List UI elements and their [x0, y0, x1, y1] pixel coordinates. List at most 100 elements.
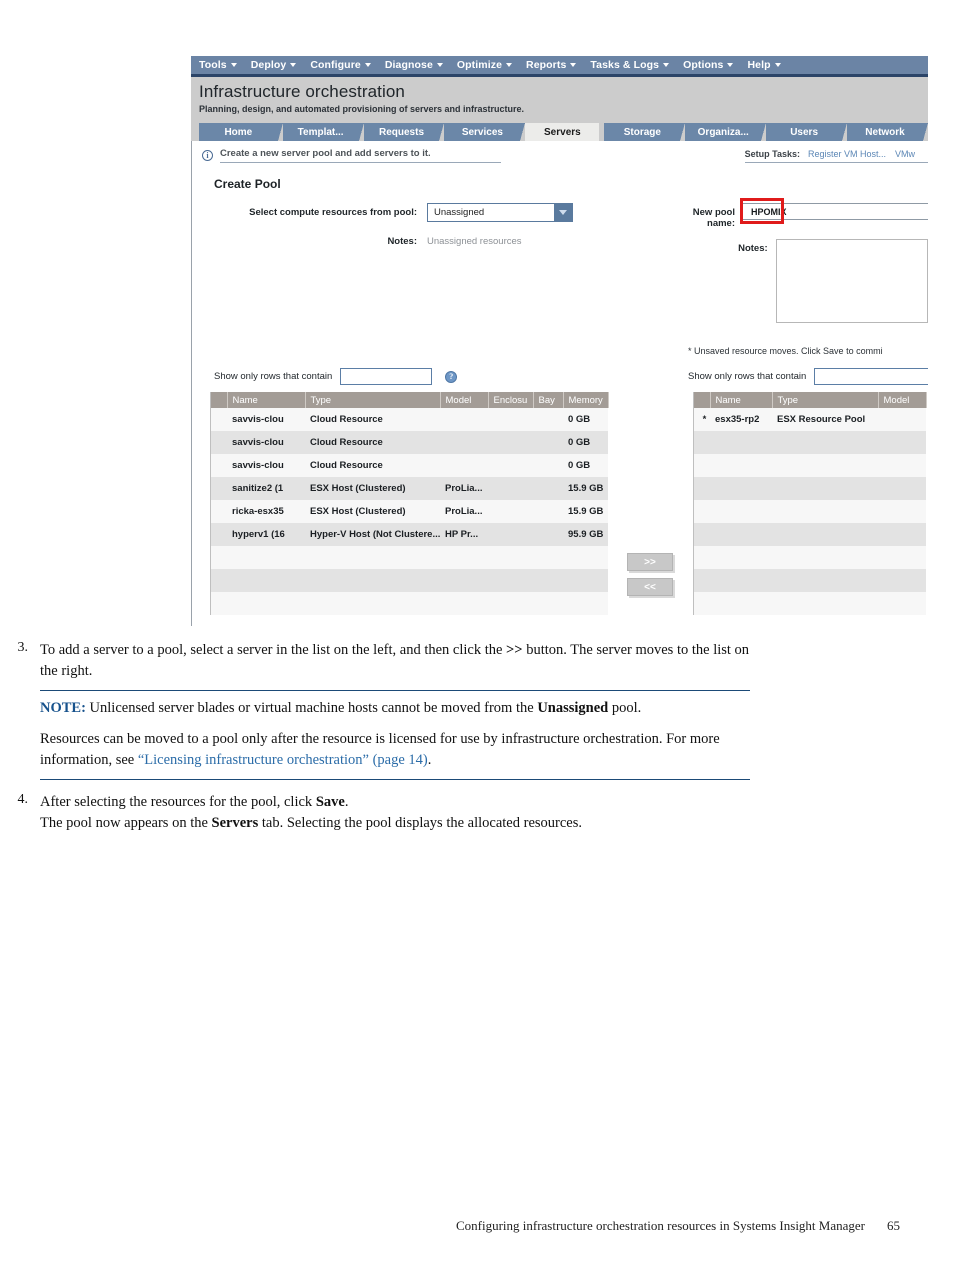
- tab-home[interactable]: Home: [199, 123, 283, 141]
- pool-select-dropdown[interactable]: Unassigned: [427, 203, 573, 222]
- col-type[interactable]: Type: [305, 392, 441, 408]
- setup-tasks-label: Setup Tasks:: [744, 148, 800, 159]
- table-row[interactable]: [694, 546, 926, 569]
- page-footer: Configuring infrastructure orchestration…: [0, 1218, 954, 1234]
- move-right-button[interactable]: >>: [627, 553, 673, 571]
- chevron-down-icon: [570, 63, 577, 67]
- note-label: NOTE:: [40, 700, 86, 716]
- cell-bay: [533, 408, 563, 431]
- create-pool-form: Select compute resources from pool: Unas…: [192, 191, 928, 366]
- menu-item-options[interactable]: Options: [683, 59, 734, 71]
- table-row[interactable]: savvis-clou Cloud Resource 0 GB: [211, 454, 608, 477]
- info-icon: i: [202, 150, 213, 161]
- new-pool-notes-textarea[interactable]: [775, 239, 928, 323]
- menu-item-deploy[interactable]: Deploy: [251, 59, 297, 71]
- table-row[interactable]: * esx35-rp2 ESX Resource Pool: [694, 408, 926, 431]
- menu-item-diagnose[interactable]: Diagnose: [385, 59, 443, 71]
- table-row[interactable]: [694, 523, 926, 546]
- left-filter-group: Show only rows that contain ?: [192, 368, 688, 385]
- table-row[interactable]: savvis-clou Cloud Resource 0 GB: [211, 408, 608, 431]
- row-unsaved-marker: *: [694, 408, 710, 431]
- cell-memory: 0 GB: [563, 431, 608, 454]
- setup-task-register-vm-host[interactable]: Register VM Host...: [808, 149, 886, 159]
- cell-enclosure: [488, 408, 533, 431]
- pool-select-value: Unassigned: [434, 207, 485, 218]
- col-select[interactable]: [694, 392, 711, 408]
- table-row[interactable]: [211, 569, 608, 592]
- chevron-down-icon[interactable]: [554, 204, 572, 221]
- table-row[interactable]: [694, 500, 926, 523]
- right-grid: Name Type Model * esx35-rp2 ESX Resource P…: [694, 392, 927, 615]
- form-column-right: New pool name: Notes: * Unsaved resource…: [688, 198, 928, 366]
- step-4: 4. After selecting the resources for the…: [0, 792, 954, 834]
- menu-label: Options: [683, 59, 724, 71]
- menu-item-reports[interactable]: Reports: [526, 59, 577, 71]
- setup-tasks: Setup Tasks: Register VM Host... VMw: [744, 148, 928, 163]
- table-row[interactable]: [694, 569, 926, 592]
- document-body: 3. To add a server to a pool, select a s…: [0, 640, 954, 836]
- col-name[interactable]: Name: [710, 392, 773, 408]
- move-buttons: >> <<: [607, 392, 693, 615]
- menu-item-optimize[interactable]: Optimize: [457, 59, 513, 71]
- col-type[interactable]: Type: [772, 392, 879, 408]
- tab-label: Servers: [544, 126, 581, 138]
- left-filter-label: Show only rows that contain: [214, 371, 333, 382]
- step-4-body: After selecting the resources for the po…: [40, 792, 750, 834]
- cell-enclosure: [488, 431, 533, 454]
- question-mark-icon[interactable]: ?: [445, 370, 458, 383]
- setup-task-vmware[interactable]: VMw: [895, 149, 915, 159]
- menu-item-configure[interactable]: Configure: [310, 59, 371, 71]
- tab-services[interactable]: Services: [444, 123, 526, 141]
- cell-bay: [533, 500, 563, 523]
- app-title-band: Infrastructure orchestration Planning, d…: [191, 77, 928, 122]
- cell-name: ricka-esx35: [227, 500, 305, 523]
- tab-storage[interactable]: Storage: [604, 123, 686, 141]
- table-row[interactable]: [694, 431, 926, 454]
- page-root: Tools Deploy Configure Diagnose Optimize…: [0, 0, 954, 1271]
- col-model[interactable]: Model: [440, 392, 489, 408]
- note-unassigned-ref: Unassigned: [537, 700, 609, 716]
- step-4-text-part2: .: [344, 794, 349, 810]
- cell-bay: [533, 454, 563, 477]
- left-grid: Name Type Model Enclosu Bay Memory savvi…: [211, 392, 609, 615]
- menu-item-help[interactable]: Help: [747, 59, 781, 71]
- tab-requests[interactable]: Requests: [363, 123, 445, 141]
- tab-networks[interactable]: Network: [847, 123, 928, 141]
- col-model[interactable]: Model: [878, 392, 927, 408]
- licensing-cross-reference-link[interactable]: “Licensing infrastructure orchestration”…: [138, 752, 428, 768]
- cell-model: HP Pr...: [440, 523, 488, 546]
- table-row[interactable]: ricka-esx35 ESX Host (Clustered) ProLia...…: [211, 500, 608, 523]
- table-row[interactable]: [694, 454, 926, 477]
- new-pool-name-input[interactable]: [743, 203, 928, 220]
- chevron-down-icon: [290, 63, 297, 67]
- table-row[interactable]: savvis-clou Cloud Resource 0 GB: [211, 431, 608, 454]
- table-row[interactable]: [211, 546, 608, 569]
- col-bay[interactable]: Bay: [533, 392, 564, 408]
- table-row[interactable]: hyperv1 (16 Hyper-V Host (Not Clustere...…: [211, 523, 608, 546]
- table-row[interactable]: [694, 477, 926, 500]
- new-pool-name-wrapper: [740, 198, 928, 224]
- col-select[interactable]: [211, 392, 228, 408]
- page-subtitle: Planning, design, and automated provisio…: [199, 104, 525, 114]
- table-row[interactable]: [211, 592, 608, 615]
- new-pool-name-row: New pool name:: [688, 198, 928, 229]
- tab-templates[interactable]: Templat...: [282, 123, 364, 141]
- move-left-button[interactable]: <<: [627, 578, 673, 596]
- tab-users[interactable]: Users: [766, 123, 847, 141]
- tab-servers[interactable]: Servers: [525, 123, 600, 141]
- col-memory[interactable]: Memory: [563, 392, 609, 408]
- menu-label: Tools: [199, 59, 227, 71]
- right-filter-group: Show only rows that contain: [688, 368, 928, 385]
- cell-memory: 0 GB: [563, 454, 608, 477]
- step-3-move-button-ref: >>: [506, 642, 523, 658]
- right-filter-input[interactable]: [814, 368, 928, 385]
- table-row[interactable]: sanitize2 (1 ESX Host (Clustered) ProLia..…: [211, 477, 608, 500]
- col-enclosure[interactable]: Enclosu: [488, 392, 534, 408]
- menu-item-tools[interactable]: Tools: [199, 59, 237, 71]
- menu-item-tasks-logs[interactable]: Tasks & Logs: [590, 59, 670, 71]
- left-filter-input[interactable]: [340, 368, 433, 385]
- table-row[interactable]: [694, 592, 926, 615]
- tab-organizations[interactable]: Organiza...: [685, 123, 767, 141]
- cell-model: [440, 431, 488, 454]
- col-name[interactable]: Name: [227, 392, 306, 408]
